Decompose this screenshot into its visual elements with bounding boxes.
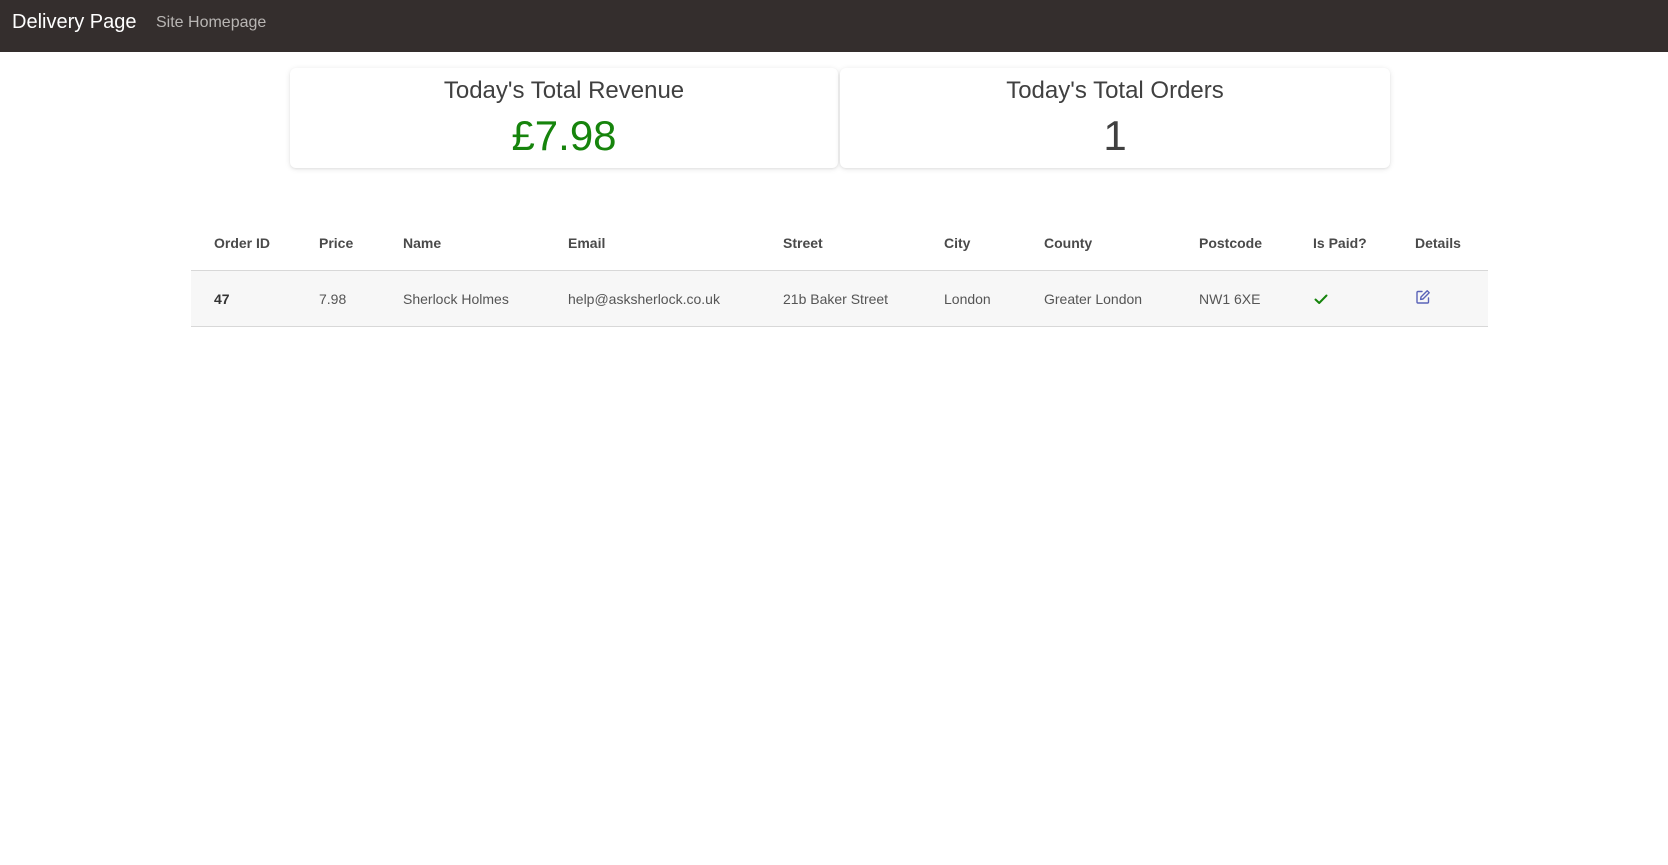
table-row: 47 7.98 Sherlock Holmes help@asksherlock…: [191, 270, 1488, 327]
orders-table: Order ID Price Name Email Street City Co…: [191, 216, 1488, 327]
header-price: Price: [319, 216, 403, 271]
cell-name: Sherlock Holmes: [403, 270, 568, 327]
cell-details: [1415, 270, 1488, 327]
header-name: Name: [403, 216, 568, 271]
table-header-row: Order ID Price Name Email Street City Co…: [191, 216, 1488, 271]
edit-icon[interactable]: [1415, 289, 1431, 305]
revenue-card: Today's Total Revenue £7.98: [290, 68, 838, 168]
navbar-brand[interactable]: Delivery Page: [12, 11, 137, 34]
orders-value: 1: [1103, 112, 1127, 159]
revenue-title: Today's Total Revenue: [443, 77, 685, 104]
site-homepage-link[interactable]: Site Homepage: [156, 14, 266, 32]
orders-card: Today's Total Orders 1: [840, 68, 1390, 168]
header-order-id: Order ID: [191, 216, 319, 271]
orders-title: Today's Total Orders: [1006, 77, 1224, 104]
top-navbar: Delivery Page Site Homepage: [0, 0, 1668, 52]
cell-county: Greater London: [1044, 270, 1199, 327]
cell-price: 7.98: [319, 270, 403, 327]
cell-city: London: [944, 270, 1044, 327]
header-email: Email: [568, 216, 783, 271]
header-postcode: Postcode: [1199, 216, 1313, 271]
header-is-paid: Is Paid?: [1313, 216, 1415, 271]
cell-email: help@asksherlock.co.uk: [568, 270, 783, 327]
header-details: Details: [1415, 216, 1488, 271]
revenue-value: £7.98: [511, 112, 617, 159]
cell-postcode: NW1 6XE: [1199, 270, 1313, 327]
orders-table-container: Order ID Price Name Email Street City Co…: [191, 216, 1488, 327]
cell-is-paid: [1313, 270, 1415, 327]
cell-street: 21b Baker Street: [783, 270, 944, 327]
cell-order-id: 47: [191, 270, 319, 327]
header-street: Street: [783, 216, 944, 271]
header-county: County: [1044, 216, 1199, 271]
check-icon: [1313, 291, 1415, 307]
header-city: City: [944, 216, 1044, 271]
